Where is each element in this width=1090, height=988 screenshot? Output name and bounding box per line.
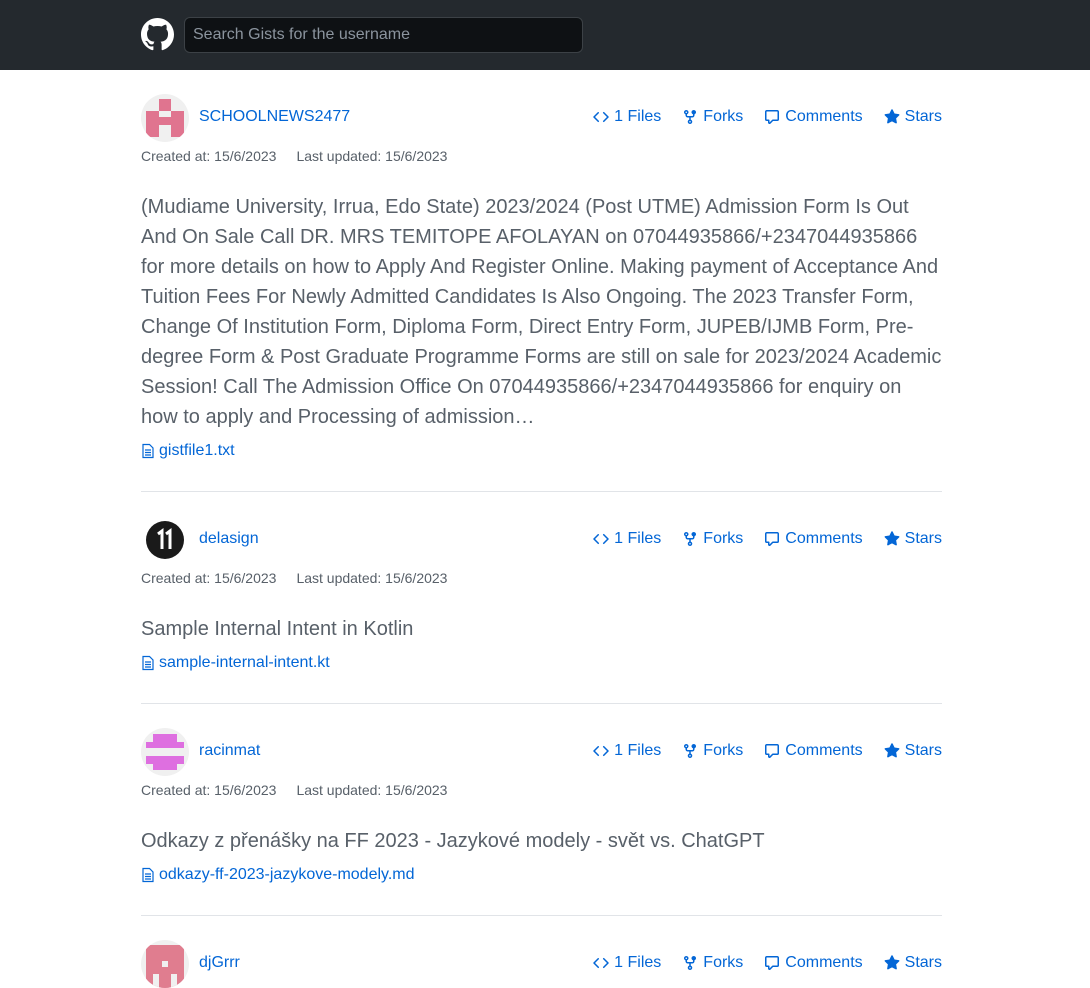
comments-link[interactable]: Comments xyxy=(764,108,863,126)
forks-link[interactable]: Forks xyxy=(682,108,743,126)
forks-label: Forks xyxy=(703,742,744,759)
files-link[interactable]: 1 Files xyxy=(593,108,661,126)
forks-link[interactable]: Forks xyxy=(682,954,743,972)
files-label: 1 Files xyxy=(614,108,662,125)
stars-label: Stars xyxy=(904,530,942,547)
created-date: Created at: 15/6/2023 xyxy=(141,782,277,798)
gist-item: racinmat 1 Files Forks Comments Stars Cr… xyxy=(141,728,942,884)
file-name: odkazy-ff-2023-jazykove-modely.md xyxy=(159,866,415,883)
gist-item: djGrrr 1 Files Forks Comments Stars xyxy=(141,940,942,988)
stars-label: Stars xyxy=(904,954,942,971)
fork-icon xyxy=(684,110,697,125)
username-link[interactable]: djGrrr xyxy=(199,954,240,972)
fork-icon xyxy=(684,744,697,759)
comments-link[interactable]: Comments xyxy=(764,742,863,760)
files-link[interactable]: 1 Files xyxy=(593,530,661,548)
gist-actions: 1 Files Forks Comments Stars xyxy=(593,108,942,126)
star-icon xyxy=(884,743,900,758)
username-link[interactable]: racinmat xyxy=(199,742,260,760)
file-name: sample-internal-intent.kt xyxy=(159,654,330,671)
gist-actions: 1 Files Forks Comments Stars xyxy=(593,954,942,972)
file-icon xyxy=(142,867,154,883)
stars-link[interactable]: Stars xyxy=(884,742,942,760)
code-icon xyxy=(593,111,609,123)
stars-label: Stars xyxy=(904,742,942,759)
file-icon xyxy=(142,655,154,671)
gist-description: Sample Internal Intent in Kotlin xyxy=(141,618,414,640)
code-icon xyxy=(593,533,609,545)
updated-date: Last updated: 15/6/2023 xyxy=(296,782,448,798)
files-link[interactable]: 1 Files xyxy=(593,742,661,760)
comments-label: Comments xyxy=(785,108,863,125)
gist-item: delasign 1 Files Forks Comments Stars Cr… xyxy=(141,516,942,672)
gist-description: (Mudiame University, Irrua, Edo State) 2… xyxy=(141,196,942,428)
username-link[interactable]: delasign xyxy=(199,530,259,548)
comments-label: Comments xyxy=(785,742,863,759)
gist-description: Odkazy z přenášky na FF 2023 - Jazykové … xyxy=(141,830,765,852)
file-icon xyxy=(142,443,154,459)
forks-link[interactable]: Forks xyxy=(682,530,743,548)
star-icon xyxy=(884,109,900,124)
comment-icon xyxy=(765,110,780,124)
comment-icon xyxy=(765,744,780,758)
avatar[interactable] xyxy=(141,516,189,564)
created-date: Created at: 15/6/2023 xyxy=(141,570,277,586)
stars-link[interactable]: Stars xyxy=(884,530,942,548)
files-label: 1 Files xyxy=(614,530,662,547)
avatar[interactable] xyxy=(141,94,189,142)
gist-actions: 1 Files Forks Comments Stars xyxy=(593,742,942,760)
files-label: 1 Files xyxy=(614,742,662,759)
username-link[interactable]: SCHOOLNEWS2477 xyxy=(199,108,350,126)
file-name: gistfile1.txt xyxy=(159,442,235,459)
gist-actions: 1 Files Forks Comments Stars xyxy=(593,530,942,548)
divider xyxy=(141,915,942,916)
stars-link[interactable]: Stars xyxy=(884,108,942,126)
top-navbar xyxy=(0,0,1090,70)
comments-label: Comments xyxy=(785,530,863,547)
files-label: 1 Files xyxy=(614,954,662,971)
stars-link[interactable]: Stars xyxy=(884,954,942,972)
code-icon xyxy=(593,745,609,757)
fork-icon xyxy=(684,956,697,971)
updated-date: Last updated: 15/6/2023 xyxy=(296,570,448,586)
gist-meta: Created at: 15/6/2023 Last updated: 15/6/… xyxy=(141,782,942,798)
forks-link[interactable]: Forks xyxy=(682,742,743,760)
forks-label: Forks xyxy=(703,954,744,971)
gist-item: SCHOOLNEWS2477 1 Files Forks Comments St… xyxy=(141,94,942,460)
comments-link[interactable]: Comments xyxy=(764,530,863,548)
comments-label: Comments xyxy=(785,954,863,971)
updated-date: Last updated: 15/6/2023 xyxy=(296,148,448,164)
comment-icon xyxy=(765,956,780,970)
avatar[interactable] xyxy=(141,728,189,776)
star-icon xyxy=(884,955,900,970)
avatar[interactable] xyxy=(141,940,189,988)
github-mark-icon[interactable] xyxy=(141,18,174,51)
divider xyxy=(141,703,942,704)
file-link[interactable]: gistfile1.txt xyxy=(141,442,942,460)
file-link[interactable]: odkazy-ff-2023-jazykove-modely.md xyxy=(141,866,942,884)
code-icon xyxy=(593,957,609,969)
gist-meta: Created at: 15/6/2023 Last updated: 15/6/… xyxy=(141,148,942,164)
gist-meta: Created at: 15/6/2023 Last updated: 15/6/… xyxy=(141,570,942,586)
comments-link[interactable]: Comments xyxy=(764,954,863,972)
star-icon xyxy=(884,531,900,546)
files-link[interactable]: 1 Files xyxy=(593,954,661,972)
divider xyxy=(141,491,942,492)
fork-icon xyxy=(684,532,697,547)
file-link[interactable]: sample-internal-intent.kt xyxy=(141,654,942,672)
stars-label: Stars xyxy=(904,108,942,125)
forks-label: Forks xyxy=(703,108,744,125)
search-input[interactable] xyxy=(184,17,583,53)
comment-icon xyxy=(765,532,780,546)
created-date: Created at: 15/6/2023 xyxy=(141,148,277,164)
forks-label: Forks xyxy=(703,530,744,547)
